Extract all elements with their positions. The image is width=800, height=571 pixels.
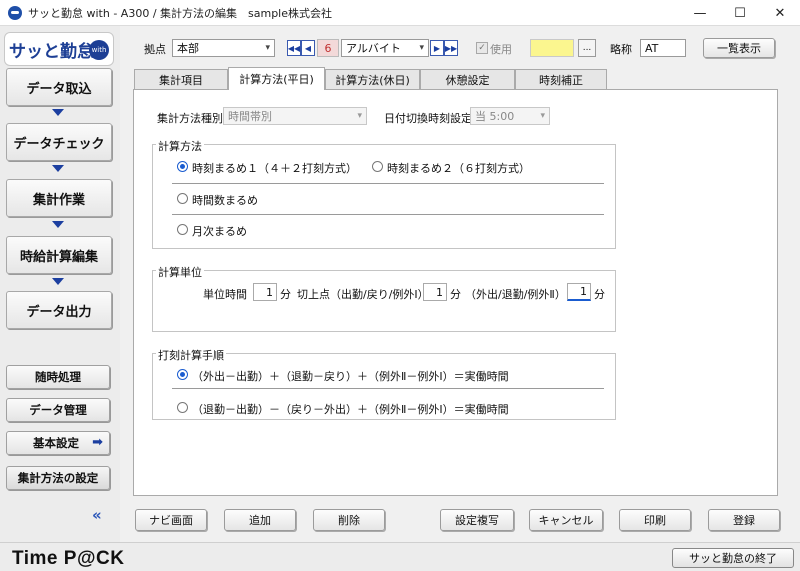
arrow-down-icon xyxy=(52,109,64,116)
navi-screen-button[interactable]: ナビ画面 xyxy=(135,509,207,531)
procedure-radio-1[interactable] xyxy=(177,369,188,380)
calc-option-radio-3[interactable] xyxy=(177,193,188,204)
abbreviation-input[interactable]: AT xyxy=(640,39,686,57)
register-button[interactable]: 登録 xyxy=(708,509,780,531)
app-icon xyxy=(8,5,22,20)
base-select[interactable]: 本部 ▾ xyxy=(172,39,275,57)
calc-option-label-1: 時刻まるめ１（４＋２打刻方式） xyxy=(192,162,357,175)
arrow-down-icon xyxy=(52,278,64,285)
exit-label: （外出/退勤/例外Ⅱ） xyxy=(465,288,566,301)
divider xyxy=(172,388,604,389)
calc-option-radio-2[interactable] xyxy=(372,161,383,172)
nav-aggregate-button[interactable]: 集計作業 xyxy=(6,179,112,217)
add-button[interactable]: 追加 xyxy=(224,509,296,531)
minimize-button[interactable]: — xyxy=(680,0,720,26)
color-swatch[interactable] xyxy=(530,39,574,57)
print-button[interactable]: 印刷 xyxy=(619,509,691,531)
use-checkbox[interactable]: ✓ xyxy=(476,42,488,54)
date-switch-label: 日付切換時刻設定 xyxy=(384,112,472,125)
adhoc-process-button[interactable]: 随時処理 xyxy=(6,365,110,389)
color-picker-button[interactable]: ... xyxy=(578,39,596,57)
exit-input[interactable]: 1 xyxy=(567,283,591,301)
calc-option-label-3: 時間数まるめ xyxy=(192,194,258,207)
prev-record-button[interactable]: ◀ xyxy=(301,40,315,56)
chevron-down-icon: ▾ xyxy=(265,43,270,53)
next-nav: ▶ ▶▶ xyxy=(430,40,458,56)
logo-text: サッと勤怠 xyxy=(9,41,94,62)
procedure-label-1: （外出－出勤）＋（退勤－戻り）＋（例外Ⅱ－例外Ⅰ）＝実働時間 xyxy=(192,370,509,383)
divider xyxy=(172,183,604,184)
first-record-button[interactable]: ◀◀ xyxy=(287,40,301,56)
sidebar: サッと勤怠 with データ取込 データチェック 集計作業 時給計算編集 データ… xyxy=(0,26,120,542)
tab-aggregation-items[interactable]: 集計項目 xyxy=(134,69,228,89)
date-switch-select[interactable]: 当 5:00 ▾ xyxy=(470,107,550,125)
use-label: 使用 xyxy=(490,43,512,56)
record-number: 6 xyxy=(317,39,339,57)
chevron-down-icon: ▾ xyxy=(419,43,424,53)
arrow-down-icon xyxy=(52,165,64,172)
abbreviation-label: 略称 xyxy=(610,43,632,56)
last-record-button[interactable]: ▶▶ xyxy=(444,40,458,56)
procedure-radio-2[interactable] xyxy=(177,402,188,413)
exit-suffix: 分 xyxy=(594,288,605,301)
chevron-down-icon: ▾ xyxy=(540,111,545,121)
exit-app-button[interactable]: サッと勤怠の終了 xyxy=(672,548,794,568)
cut-point-suffix: 分 xyxy=(450,288,461,301)
maximize-button[interactable]: ☐ xyxy=(720,0,760,26)
status-bar: Time P@CK サッと勤怠の終了 xyxy=(0,542,800,571)
tab-calc-method-weekday[interactable]: 計算方法(平日) xyxy=(228,67,325,90)
unit-time-input[interactable]: 1 xyxy=(253,283,277,301)
window-title: サッと勤怠 with - A300 / 集計方法の編集 sample株式会社 xyxy=(28,6,333,20)
basic-settings-button[interactable]: 基本設定 ➡ xyxy=(6,431,110,455)
logo-badge: with xyxy=(89,40,109,60)
list-view-button[interactable]: 一覧表示 xyxy=(703,38,775,58)
nav-hourly-calc-button[interactable]: 時給計算編集 xyxy=(6,236,112,274)
timepack-logo: Time P@CK xyxy=(12,548,125,569)
method-type-select[interactable]: 時間帯別 ▾ xyxy=(223,107,367,125)
employment-type-value: アルバイト xyxy=(346,42,401,55)
nav-data-check-button[interactable]: データチェック xyxy=(6,123,112,161)
calc-method-title: 計算方法 xyxy=(156,138,204,154)
next-record-button[interactable]: ▶ xyxy=(430,40,444,56)
tab-calc-method-holiday[interactable]: 計算方法(休日) xyxy=(325,69,420,89)
delete-button[interactable]: 削除 xyxy=(313,509,385,531)
calc-option-radio-1[interactable] xyxy=(177,161,188,172)
aggregation-method-settings-button[interactable]: 集計方法の設定 xyxy=(6,466,110,490)
calc-option-label-2: 時刻まるめ２（６打刻方式） xyxy=(387,162,530,175)
app-logo: サッと勤怠 with xyxy=(4,32,114,66)
employment-type-select[interactable]: アルバイト ▾ xyxy=(341,39,429,57)
procedure-label-2: （退勤－出勤）－（戻り－外出）＋（例外Ⅱ－例外Ⅰ）＝実働時間 xyxy=(192,403,509,416)
chevron-down-icon: ▾ xyxy=(357,111,362,121)
title-bar: サッと勤怠 with - A300 / 集計方法の編集 sample株式会社 —… xyxy=(0,0,800,26)
cut-point-input[interactable]: 1 xyxy=(423,283,447,301)
data-management-button[interactable]: データ管理 xyxy=(6,398,110,422)
cancel-button[interactable]: キャンセル xyxy=(529,509,603,531)
unit-time-suffix: 分 xyxy=(280,288,291,301)
tab-break-settings[interactable]: 休憩設定 xyxy=(420,69,515,89)
basic-settings-label: 基本設定 xyxy=(33,436,79,450)
top-toolbar: 拠点 本部 ▾ ◀◀ ◀ 6 アルバイト ▾ ▶ ▶▶ ✓ 使用 ... 略称 … xyxy=(120,26,800,70)
date-switch-value: 当 5:00 xyxy=(475,110,515,123)
divider xyxy=(172,214,604,215)
close-button[interactable]: ✕ xyxy=(760,0,800,26)
nav-data-output-button[interactable]: データ出力 xyxy=(6,291,112,329)
calc-option-label-4: 月次まるめ xyxy=(192,225,247,238)
arrow-down-icon xyxy=(52,221,64,228)
method-type-label: 集計方法種別 xyxy=(157,112,223,125)
copy-settings-button[interactable]: 設定複写 xyxy=(440,509,514,531)
collapse-sidebar-icon[interactable]: « xyxy=(92,506,102,524)
nav-data-import-button[interactable]: データ取込 xyxy=(6,68,112,106)
prev-nav: ◀◀ ◀ xyxy=(287,40,315,56)
unit-time-label: 単位時間 xyxy=(203,288,247,301)
base-select-value: 本部 xyxy=(177,42,199,55)
procedure-title: 打刻計算手順 xyxy=(156,347,226,363)
method-type-value: 時間帯別 xyxy=(228,110,272,123)
cut-point-label: 切上点（出勤/戻り/例外Ⅰ） xyxy=(297,288,429,301)
calc-option-radio-4[interactable] xyxy=(177,224,188,235)
arrow-right-icon: ➡ xyxy=(92,435,103,450)
base-label: 拠点 xyxy=(144,43,166,56)
calc-unit-title: 計算単位 xyxy=(156,264,204,280)
tab-time-correction[interactable]: 時刻補正 xyxy=(515,69,607,89)
